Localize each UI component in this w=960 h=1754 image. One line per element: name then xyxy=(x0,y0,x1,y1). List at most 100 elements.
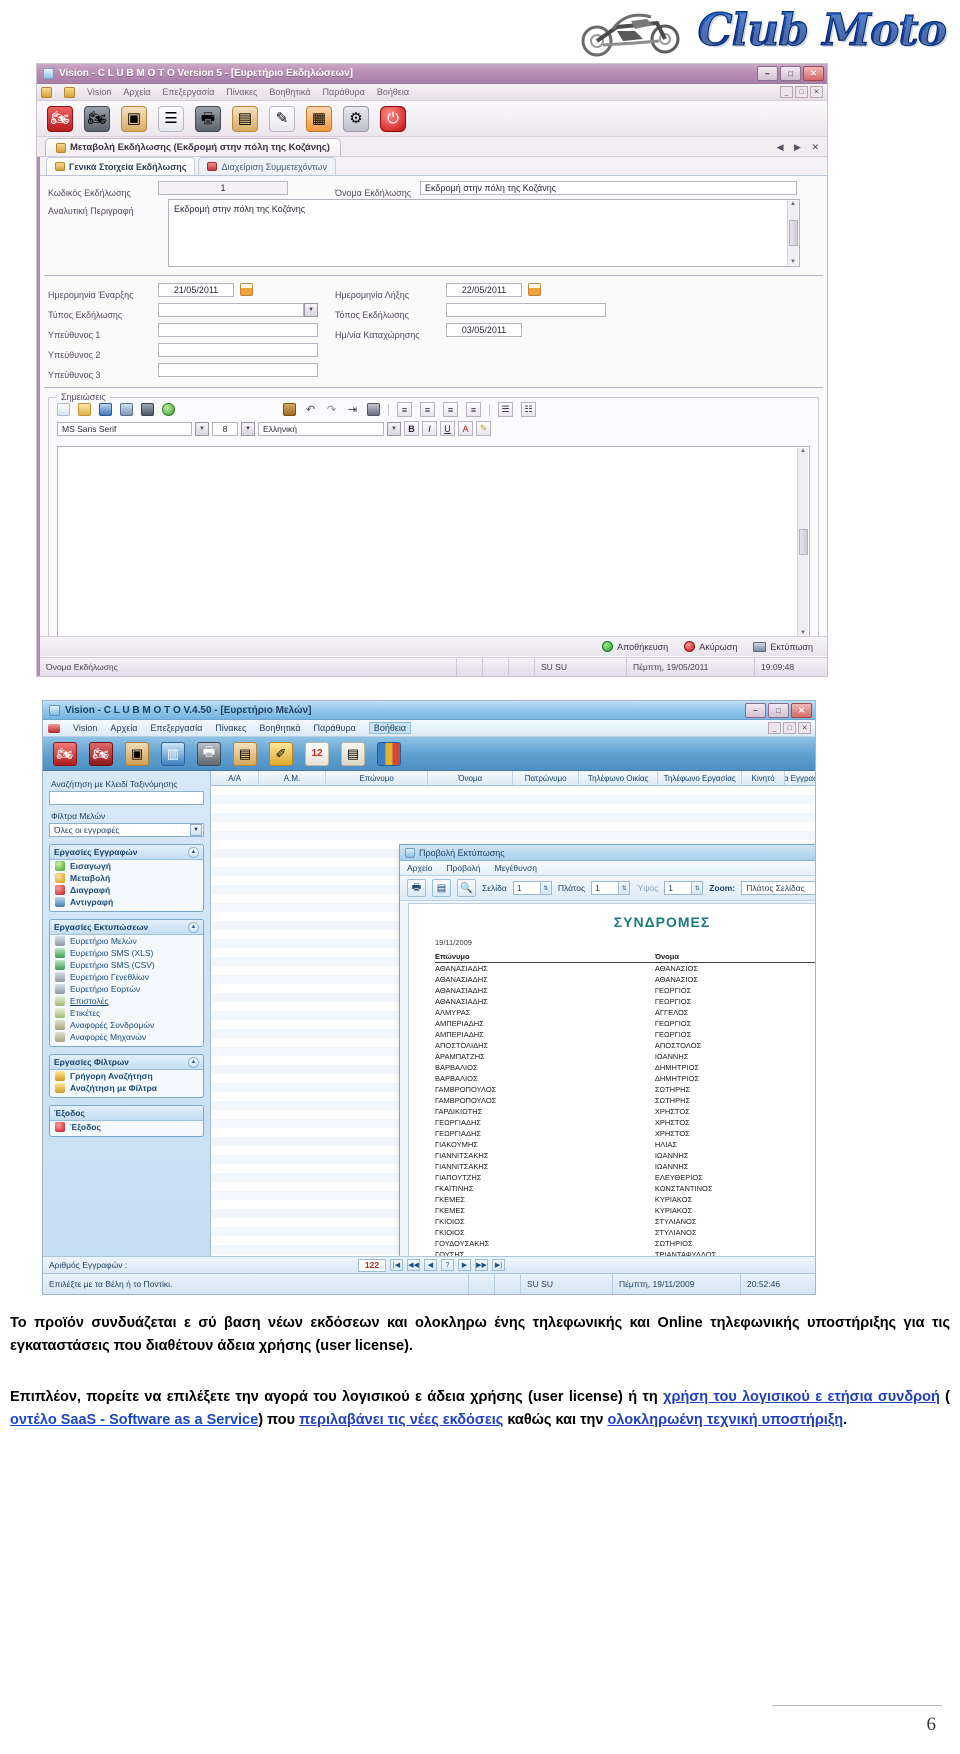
panel-record-tasks-header[interactable]: Εργασίες Εγγραφών ▲ xyxy=(50,845,203,860)
grid-col-name[interactable]: Όνομα xyxy=(428,771,513,785)
print-preview-icon[interactable] xyxy=(120,403,133,416)
bullet-list-icon[interactable]: ☰ xyxy=(498,402,513,417)
menu2-item-edit[interactable]: Επεξεργασία xyxy=(150,723,202,733)
chevron-down-icon-charset[interactable]: ▼ xyxy=(387,421,401,436)
menu2-item-help[interactable]: Βοήθεια xyxy=(368,722,412,734)
sidebar-item-filter-search[interactable]: Αναζήτηση με Φίλτρα xyxy=(50,1082,203,1097)
window2-controls[interactable]: – □ ✕ xyxy=(745,703,812,718)
gears-icon[interactable]: ⚙ xyxy=(343,105,369,132)
sidebar-item-sms-csv[interactable]: Ευρετήριο SMS (CSV) xyxy=(50,959,203,971)
font-color-icon[interactable]: A xyxy=(458,421,473,436)
print-preview-toolbar[interactable]: 🖶 ▤ 🔍 Σελίδα ⇅ Πλάτος ⇅ Ύψος xyxy=(400,876,815,901)
document-icon[interactable]: ▤ xyxy=(341,741,365,766)
calendar-picker-icon-end[interactable] xyxy=(528,283,541,296)
align-left-icon[interactable]: ≡ xyxy=(397,402,412,417)
p2-link-includes-1[interactable]: περιλα xyxy=(299,1412,347,1428)
form-actions[interactable]: Αποθήκευση Ακύρωση Εκτύπωση xyxy=(40,636,827,656)
chart-icon[interactable]: ▥ xyxy=(161,741,185,766)
find-icon[interactable] xyxy=(141,403,154,416)
nav-prev-button[interactable]: ◀ xyxy=(424,1259,437,1271)
align-justify-icon[interactable]: ≡ xyxy=(466,402,481,417)
print-button[interactable]: Εκτύπωση xyxy=(753,641,813,652)
input-registration-date[interactable]: 03/05/2011 xyxy=(446,323,522,337)
p2-link-usage-3[interactable]: ε ετήσια συνδρο xyxy=(815,1389,931,1405)
menu-item-edit[interactable]: Επεξεργασία xyxy=(162,87,214,97)
mdi-tab-event-edit[interactable]: Μεταβολή Εκδήλωσης (Εκδρομή στην πόλη τη… xyxy=(45,138,341,156)
search-input[interactable] xyxy=(49,791,204,805)
sidebar-item-namedays-index[interactable]: Ευρετήριο Εορτών xyxy=(50,983,203,995)
close-button[interactable]: ✕ xyxy=(803,66,824,81)
height-input[interactable] xyxy=(665,882,692,894)
book-icon-2[interactable]: ▤ xyxy=(233,741,257,766)
menu2-item-windows[interactable]: Παράθυρα xyxy=(314,723,356,733)
sidebar-item-insert[interactable]: Εισαγωγή xyxy=(50,860,203,872)
page-stepper[interactable]: ⇅ xyxy=(512,881,552,895)
sidebar-item-edit[interactable]: Μεταβολή xyxy=(50,872,203,884)
input-event-place[interactable] xyxy=(446,303,606,317)
book-icon[interactable]: ▤ xyxy=(232,105,258,132)
motorcycle-dark-icon[interactable]: 🏍 xyxy=(84,105,110,132)
align-right-icon[interactable]: ≡ xyxy=(443,402,458,417)
nav-first-button[interactable]: |◀ xyxy=(390,1259,403,1271)
menu2-item-vision[interactable]: Vision xyxy=(73,723,97,733)
sidebar-item-subscription-reports[interactable]: Αναφορές Συνδρομών xyxy=(50,1019,203,1031)
motorcycle-dark-icon-2[interactable]: 🏍 xyxy=(89,741,113,766)
page-input[interactable] xyxy=(513,882,540,894)
maximize-button[interactable]: □ xyxy=(780,66,801,81)
p2-link-usage-4[interactable]: ή xyxy=(931,1389,940,1405)
colorful-app-icon[interactable] xyxy=(377,741,401,766)
input-event-name[interactable]: Εκδρομή στην πόλη της Κοζάνης xyxy=(420,181,797,195)
mdi-scroll-arrows[interactable]: ◀ ▶ ✕ xyxy=(777,142,823,153)
pv-menu-view[interactable]: Προβολή xyxy=(446,863,480,873)
menu-item-tables[interactable]: Πίνακες xyxy=(226,87,257,97)
nav-next-page-button[interactable]: ▶▶ xyxy=(475,1259,488,1271)
input-description[interactable]: Εκδρομή στην πόλη της Κοζάνης ▲ ▼ xyxy=(168,199,800,267)
p2-link-usage-2[interactable]: ικού xyxy=(781,1389,815,1405)
print-preview-menubar[interactable]: Αρχείο Προβολή Μεγέθυνση xyxy=(400,861,815,876)
new-doc-icon[interactable] xyxy=(57,403,70,416)
menu-item-vision[interactable]: Vision xyxy=(87,87,111,97)
sidebar-item-birthdays-index[interactable]: Ευρετήριο Γενεθλίων xyxy=(50,971,203,983)
window-controls[interactable]: – □ ✕ xyxy=(757,66,824,81)
select-event-type[interactable] xyxy=(158,303,304,317)
sidebar-item-members-index[interactable]: Ευρετήριο Μελών xyxy=(50,935,203,947)
menu-item-windows[interactable]: Παράθυρα xyxy=(323,87,365,97)
input-responsible-3[interactable] xyxy=(158,363,318,377)
chevron-down-icon-size[interactable]: ▼ xyxy=(241,421,255,436)
calendar-12-icon[interactable]: 12 xyxy=(305,741,329,766)
zoom-icon[interactable]: 🔍 xyxy=(457,879,476,897)
chevron-down-icon-font[interactable]: ▼ xyxy=(195,421,209,436)
nav-help-button[interactable]: ? xyxy=(441,1259,454,1271)
undo-icon[interactable]: ↶ xyxy=(304,403,317,416)
menu2-item-tables[interactable]: Πίνακες xyxy=(215,723,246,733)
brush-icon[interactable]: ✐ xyxy=(269,741,293,766)
pv-menu-zoom[interactable]: Μεγέθυνση xyxy=(495,863,538,873)
menu2-item-tools[interactable]: Βοηθητικά xyxy=(259,723,300,733)
spell-check-icon[interactable] xyxy=(162,403,175,416)
maximize-button-2[interactable]: □ xyxy=(768,703,789,718)
tab-general-event-data[interactable]: Γενικά Στοιχεία Εκδήλωσης xyxy=(46,157,196,175)
indent-icon[interactable]: ⇥ xyxy=(346,403,359,416)
p2-link-includes-2[interactable]: βάνει τις xyxy=(347,1412,410,1428)
package-icon[interactable]: ▣ xyxy=(121,105,147,132)
calendar-icon[interactable]: ▦ xyxy=(306,105,332,132)
input-start-date[interactable]: 21/05/2011 xyxy=(158,283,234,297)
motorcycle-red-icon-2[interactable]: 🏍 xyxy=(53,741,77,766)
main-toolbar[interactable]: 🏍 🏍 ▣ ☰ 🖶 ▤ ✎ ▦ ⚙ ⏻ xyxy=(37,101,827,137)
printer-icon[interactable]: 🖶 xyxy=(195,105,221,132)
align-center-icon[interactable]: ≡ xyxy=(420,402,435,417)
menu-item-files[interactable]: Αρχεία xyxy=(123,87,150,97)
rich-text-toolbar[interactable]: ↶ ↷ ⇥ ≡ ≡ ≡ ≡ ☰ ☷ xyxy=(49,398,818,421)
package-icon-2[interactable]: ▣ xyxy=(125,741,149,766)
mdi-window-controls-2[interactable]: _ □ ✕ xyxy=(768,722,811,734)
grid-col-reg-date[interactable]: Ημ/νία Εγγραφής Ε xyxy=(785,771,815,785)
sidebar-item-labels[interactable]: Ετικέτες xyxy=(50,1007,203,1019)
panel-print-tasks-header[interactable]: Εργασίες Εκτυπώσεων ▲ xyxy=(50,920,203,935)
minimize-button-2[interactable]: – xyxy=(745,703,766,718)
list-icon[interactable]: ☰ xyxy=(158,105,184,132)
mdi2-minimize-button[interactable]: _ xyxy=(768,722,781,734)
mdi2-close-button[interactable]: ✕ xyxy=(798,722,811,734)
filter-select[interactable]: Όλες οι εγγραφές ▼ xyxy=(49,823,204,837)
input-responsible-2[interactable] xyxy=(158,343,318,357)
mdi-window-controls[interactable]: _ □ ✕ xyxy=(780,86,823,98)
